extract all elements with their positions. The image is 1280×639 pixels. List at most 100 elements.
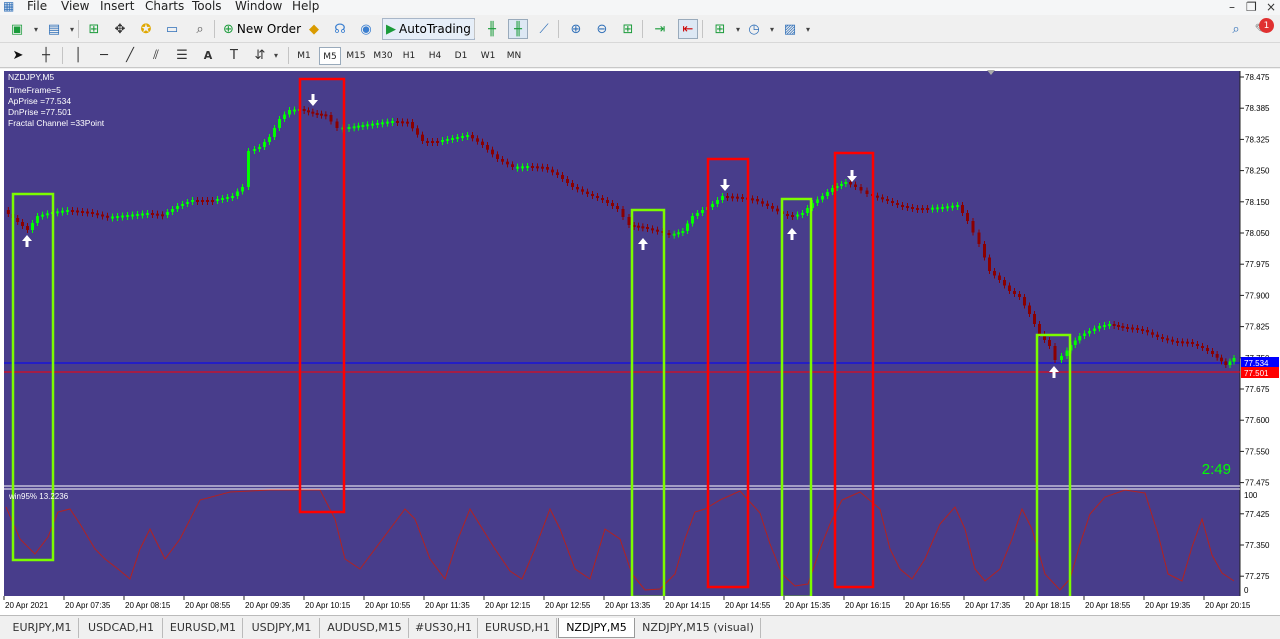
chart-title: NZDJPY,M5 [8,72,54,82]
timeframe-m5[interactable]: M5 [319,47,341,65]
chart-shift-icon[interactable]: ⇥ [650,19,670,39]
chevron-down-icon[interactable]: ▾ [762,19,782,39]
candle-body [41,214,44,217]
crosshair-icon[interactable]: ┼ [36,45,56,65]
timeframe-w1[interactable]: W1 [477,47,499,65]
timeframe-h4[interactable]: H4 [424,47,446,65]
candle-body [606,200,609,203]
channel-icon[interactable]: ⫽ [146,45,166,65]
line-chart-icon[interactable]: ⟋ [534,19,554,39]
autoscroll-icon[interactable]: ⇤ [678,19,698,39]
tab-eurjpy-m1[interactable]: EURJPY,M1 [6,618,79,638]
time-tick-label: 20 Apr 2021 [5,601,49,610]
candle-body [347,127,351,129]
profiles-icon[interactable]: ▤ [44,19,64,39]
timeframe-m1[interactable]: M1 [294,47,314,65]
candle-body [865,190,869,194]
close-icon[interactable]: × [1266,0,1276,14]
menu-file[interactable]: File [27,0,47,13]
terminal-icon[interactable]: ▭ [162,19,182,39]
price-tick-label: 77.275 [1245,572,1270,581]
menu-tools[interactable]: Tools [192,0,222,13]
timeframe-m30[interactable]: M30 [371,47,395,65]
zoom-in-icon[interactable]: ⊕ [566,19,586,39]
candle-body [896,203,899,205]
search-icon[interactable]: ⌕ [1226,19,1246,39]
tab-eurusd-h1[interactable]: EURUSD,H1 [479,618,557,638]
candle-body [421,134,424,141]
candle-body [376,123,379,125]
candle-body [141,213,144,216]
label-icon[interactable]: T [224,45,244,65]
chevron-down-icon[interactable]: ▾ [26,19,46,39]
candle-body [901,205,904,207]
timeframe-mn[interactable]: MN [502,47,526,65]
indicators-icon[interactable]: ⊞ [710,19,730,39]
signals-icon[interactable]: ☊ [330,19,350,39]
trendline-icon[interactable]: ╱ [120,45,140,65]
candle-body [906,206,909,208]
tester-icon[interactable]: ⌕ [190,19,210,39]
menu-view[interactable]: View [61,0,89,13]
menu-window[interactable]: Window [235,0,282,13]
periods-icon[interactable]: ◷ [744,19,764,39]
crosshair-icon[interactable]: ✥ [110,19,130,39]
new-chart-icon[interactable]: ▣ [7,19,27,39]
candle-body [1008,285,1011,291]
market-watch-icon[interactable]: ⊞ [84,19,104,39]
autotrading-icon: ▶ [386,21,396,37]
new-order-button[interactable]: ⊕ New Order [220,18,304,40]
bar-timer: 2:49 [1202,461,1231,478]
tab-usdcad-h1[interactable]: USDCAD,H1 [80,618,163,638]
minimize-icon[interactable]: – [1229,0,1235,14]
notification-badge[interactable]: 1 [1259,18,1274,33]
candle-body [186,202,189,204]
timeframe-m15[interactable]: M15 [344,47,368,65]
candlestick-icon[interactable]: ╫ [508,19,528,39]
chart-window[interactable]: 78.475 78.385 78.325 78.250 78.150 78.050 77.9… [0,69,1280,615]
time-tick-label: 20 Apr 09:35 [245,601,291,610]
candle-body [231,196,234,198]
candle-body [302,109,306,111]
menu-charts[interactable]: Charts [145,0,184,13]
cursor-icon[interactable]: ➤ [8,45,28,65]
text-icon[interactable]: A [198,45,218,65]
price-chart[interactable]: 78.475 78.385 78.325 78.250 78.150 78.050 77.9… [0,69,1280,615]
candle-body [31,223,34,230]
candle-body [91,212,94,214]
navigator-icon[interactable]: ✪ [136,19,156,39]
tab-nzdjpy-m5[interactable]: NZDJPY,M5 [558,618,635,638]
tab-audusd-m15[interactable]: AUDUSD,M15 [321,618,409,638]
candle-body [571,183,574,187]
restore-icon[interactable]: ❐ [1246,0,1257,14]
chevron-down-icon[interactable]: ▾ [798,19,818,39]
autotrading-button[interactable]: ▶ AutoTrading [382,18,475,40]
app-icon[interactable]: ▦ [3,0,14,13]
time-tick-label: 20 Apr 11:35 [425,601,470,610]
tab-nzdjpy-m15-visual[interactable]: NZDJPY,M15 (visual) [636,618,761,638]
metaeditor-icon[interactable]: ◆ [304,19,324,39]
tab-eurusd-m1[interactable]: EURUSD,M1 [164,618,243,638]
zoom-out-icon[interactable]: ⊖ [592,19,612,39]
tile-windows-icon[interactable]: ⊞ [618,19,638,39]
bar-chart-icon[interactable]: ╫ [482,19,502,39]
chevron-down-icon[interactable]: ▾ [62,19,82,39]
fibonacci-icon[interactable]: ☰ [172,45,192,65]
candle-body [921,208,924,210]
market-icon[interactable]: ◉ [356,19,376,39]
tab-us30-h1[interactable]: #US30,H1 [410,618,478,638]
templates-icon[interactable]: ▨ [780,19,800,39]
timeframe-d1[interactable]: D1 [450,47,472,65]
candle-body [273,128,276,137]
candle-body [576,187,579,190]
candle-body [541,166,544,169]
vertical-line-icon[interactable]: │ [68,45,88,65]
horizontal-line-icon[interactable]: ─ [94,45,114,65]
tab-usdjpy-m1[interactable]: USDJPY,M1 [244,618,320,638]
candle-body [1033,314,1036,324]
chevron-down-icon[interactable]: ▾ [266,45,286,65]
candle-body [236,191,239,196]
menu-insert[interactable]: Insert [100,0,134,13]
timeframe-h1[interactable]: H1 [398,47,420,65]
menu-help[interactable]: Help [292,0,319,13]
